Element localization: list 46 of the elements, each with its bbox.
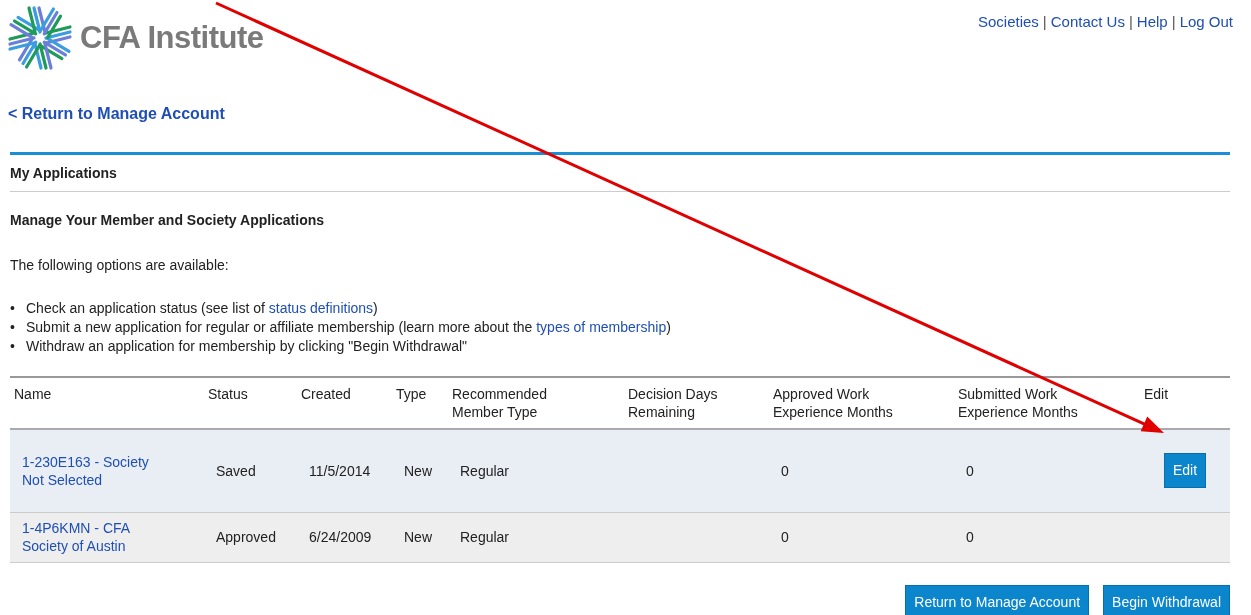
table-cell-text: 6/24/2009 <box>308 529 372 545</box>
separator-text: | <box>1128 13 1133 30</box>
bullet-text: Check an application status (see list of status definitions) <box>26 299 378 318</box>
bullet-icon: • <box>10 318 26 337</box>
application-link[interactable]: 1-230E163 - Society Not Selected <box>14 452 174 489</box>
table-cell-text: Regular <box>459 529 510 545</box>
inline-link[interactable]: types of membership <box>536 319 667 335</box>
column-header: Status <box>208 385 248 403</box>
page-heading: Manage Your Member and Society Applications <box>10 211 326 230</box>
back-link[interactable]: < Return to Manage Account <box>8 102 225 126</box>
table-cell-text: 0 <box>780 529 789 545</box>
table-cell-text: Regular <box>459 462 510 479</box>
bullet-text: Submit a new application for regular or affiliate membership (learn more about the types of membership) <box>26 318 671 337</box>
separator-text: | <box>1042 13 1047 30</box>
intro-text: The following options are available: <box>10 256 230 275</box>
table-cell-text: Approved <box>215 529 276 545</box>
column-header: Edit <box>1144 385 1169 403</box>
bullet-icon: • <box>10 299 26 318</box>
header-link[interactable]: Contact Us <box>1050 13 1125 30</box>
column-header: Created <box>301 385 351 403</box>
edit-button[interactable]: Edit <box>1163 453 1207 489</box>
table-cell-text: 11/5/2014 <box>308 462 371 479</box>
column-header: Submitted Work Experience Months <box>958 385 1079 421</box>
column-header: Name <box>14 385 52 403</box>
table-cell-text: Saved <box>215 462 256 479</box>
logo-text: CFA Institute <box>80 18 264 57</box>
action-button[interactable]: Begin Withdrawal <box>1103 584 1230 615</box>
column-header: Type <box>396 385 427 403</box>
bullet-text: Withdraw an application for membership by clicking "Begin Withdrawal" <box>26 337 467 356</box>
column-header: Recommended Member Type <box>452 385 548 421</box>
column-header: Approved Work Experience Months <box>773 385 894 421</box>
table-cell-text: 0 <box>965 529 974 545</box>
bullet-icon: • <box>10 337 26 356</box>
header-link[interactable]: Help <box>1136 13 1168 30</box>
column-header: Decision Days Remaining <box>628 385 719 421</box>
table-cell-text: 0 <box>965 462 974 479</box>
table-cell-text: New <box>403 529 432 545</box>
logo-icon <box>8 6 72 70</box>
separator-text: | <box>1171 13 1176 30</box>
table-cell-text: 0 <box>780 462 789 479</box>
application-link[interactable]: 1-4P6KMN - CFA Society of Austin <box>14 519 174 555</box>
header-link[interactable]: Societies <box>977 13 1039 30</box>
header-link[interactable]: Log Out <box>1179 13 1233 30</box>
action-button[interactable]: Return to Manage Account <box>905 584 1090 615</box>
table-cell-text: New <box>403 462 432 479</box>
inline-link[interactable]: status definitions <box>268 300 374 316</box>
